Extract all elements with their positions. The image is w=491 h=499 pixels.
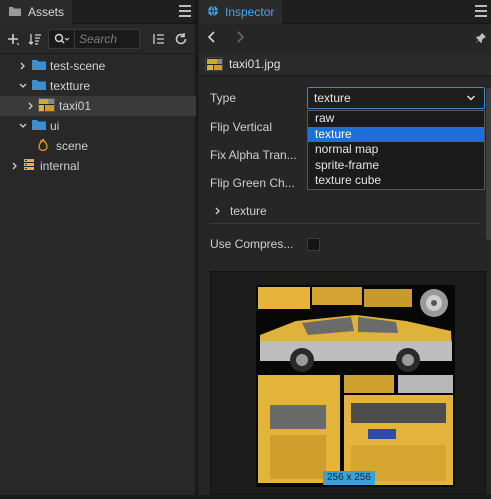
inspector-menu-icon[interactable] (475, 5, 487, 17)
dropdown-option-normal-map[interactable]: normal map (308, 142, 484, 158)
type-select-value: texture (314, 91, 351, 105)
texture-foldout[interactable]: texture (210, 198, 480, 224)
tree-item-scene[interactable]: scene (0, 136, 196, 156)
assets-toolbar (0, 24, 195, 54)
chevron-down-icon[interactable] (16, 76, 30, 96)
dropdown-option-raw[interactable]: raw (308, 111, 484, 127)
tab-inspector[interactable]: Inspector (199, 0, 283, 24)
flip-green-label: Flip Green Ch... (210, 176, 295, 190)
fix-alpha-label: Fix Alpha Tran... (210, 148, 297, 162)
chevron-down-icon (466, 92, 476, 106)
tree-item-ui[interactable]: ui (0, 116, 196, 136)
tree-item-label: internal (40, 159, 80, 173)
type-dropdown-menu: raw texture normal map sprite-frame text… (307, 110, 485, 190)
image-thumbnail-icon (205, 56, 223, 71)
taxi-texture-image (256, 285, 455, 487)
tree-item-label: taxi01 (59, 99, 92, 113)
sort-icon[interactable] (26, 30, 44, 48)
inspector-panel: Inspector taxi01.jpg Type texture raw te… (199, 0, 491, 499)
file-header: taxi01.jpg (199, 52, 491, 76)
tree-item-label: textture (50, 79, 91, 93)
add-icon[interactable] (4, 30, 22, 48)
search-icon[interactable] (49, 29, 75, 48)
inspector-nav-bar (199, 24, 491, 52)
tree-item-taxi01[interactable]: taxi01 (0, 96, 196, 116)
image-icon (38, 97, 55, 115)
dropdown-option-texture-cube[interactable]: texture cube (308, 173, 484, 189)
db-icon (24, 159, 34, 173)
inspector-scrollbar[interactable] (486, 88, 491, 240)
use-compress-label: Use Compres... (210, 237, 294, 251)
tree-item-textture[interactable]: textture (0, 76, 196, 96)
pin-icon[interactable] (475, 32, 487, 47)
assets-menu-icon[interactable] (179, 5, 191, 17)
chevron-right-icon[interactable] (214, 204, 222, 218)
preview-size-badge: 256 x 256 (323, 471, 375, 485)
use-compress-checkbox[interactable] (307, 238, 320, 251)
chevron-right-icon[interactable] (8, 156, 22, 176)
assets-tab-bar: Assets (0, 0, 195, 24)
use-compress-row: Use Compres... (210, 232, 480, 256)
chevron-right-icon[interactable] (24, 96, 38, 116)
texture-foldout-label: texture (230, 203, 267, 218)
assets-panel: Assets Search test-scene textture taxi01… (0, 0, 196, 499)
tab-assets[interactable]: Assets (0, 0, 73, 24)
type-label: Type (210, 91, 237, 105)
chevron-down-icon[interactable] (16, 116, 30, 136)
assets-folder-icon (8, 5, 22, 20)
search-field[interactable] (48, 28, 140, 49)
inspector-tab-bar: Inspector (199, 0, 491, 24)
folder-icon (32, 79, 46, 93)
dropdown-option-sprite-frame[interactable]: sprite-frame (308, 158, 484, 174)
flip-vertical-label: Flip Vertical (210, 120, 273, 134)
texture-preview: 256 x 256 (210, 271, 486, 495)
folder-icon (32, 119, 46, 133)
collapse-all-icon[interactable] (150, 30, 168, 48)
globe-icon (207, 5, 219, 20)
inspector-tab-label: Inspector (225, 5, 275, 19)
type-select[interactable]: texture (307, 87, 485, 109)
forward-arrow-icon[interactable] (235, 30, 245, 46)
assets-tab-label: Assets (28, 5, 65, 19)
folder-icon (32, 59, 46, 73)
refresh-icon[interactable] (172, 30, 190, 48)
dropdown-option-texture[interactable]: texture (308, 126, 484, 142)
tree-item-label: scene (56, 139, 89, 153)
tree-item-internal[interactable]: internal (0, 156, 196, 176)
file-name: taxi01.jpg (229, 56, 281, 71)
tree-item-label: ui (50, 119, 60, 133)
chevron-right-icon[interactable] (16, 56, 30, 76)
back-arrow-icon[interactable] (207, 30, 217, 46)
tree-item-test-scene[interactable]: test-scene (0, 56, 196, 76)
search-input[interactable] (79, 31, 139, 46)
tree-item-label: test-scene (50, 59, 106, 73)
bottom-strip (0, 495, 491, 499)
scene-fire-icon (38, 138, 48, 154)
